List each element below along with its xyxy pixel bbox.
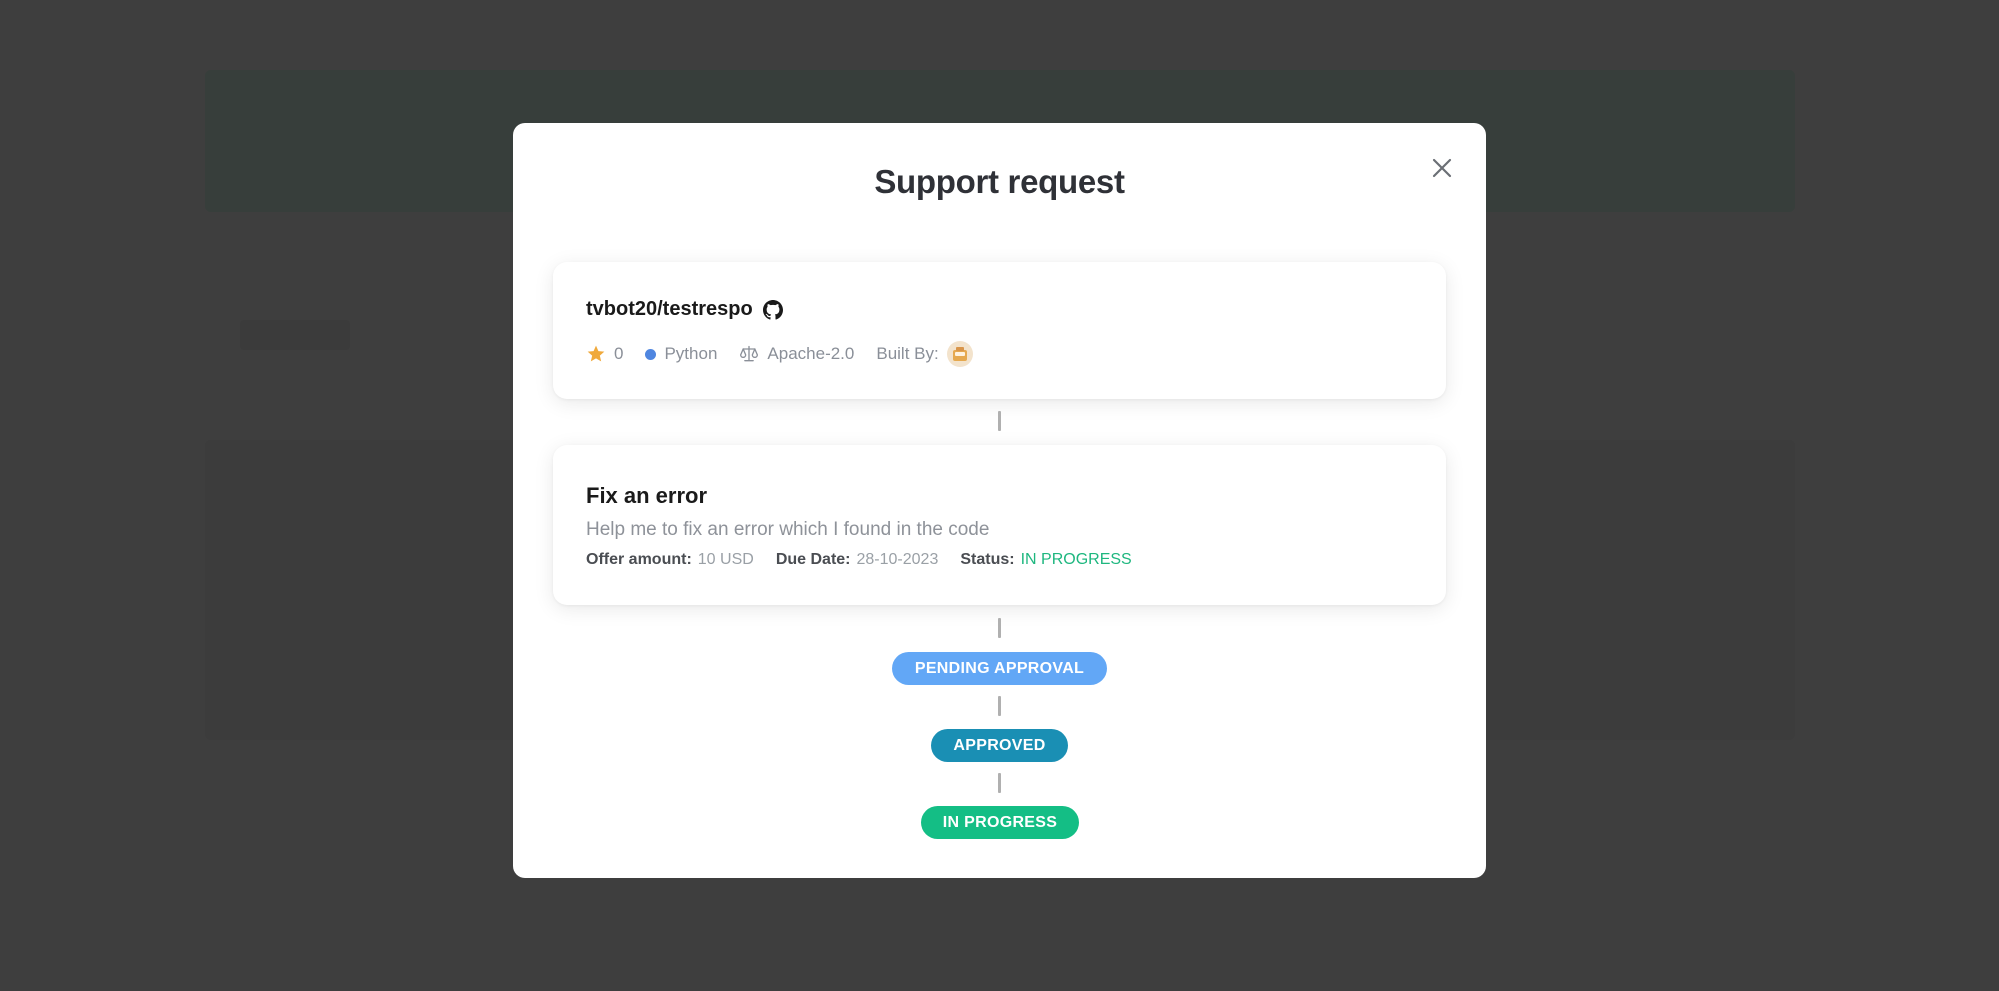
connector-line — [998, 618, 1001, 638]
offer-amount: Offer amount: 10 USD — [586, 551, 754, 569]
due-date: Due Date: 28-10-2023 — [776, 551, 939, 569]
status-badge-in-progress: IN PROGRESS — [921, 806, 1079, 839]
due-date-value: 28-10-2023 — [856, 551, 939, 568]
language-label: Python — [664, 344, 718, 363]
status-badge-pending-approval: PENDING APPROVAL — [892, 652, 1107, 685]
task-card[interactable]: Fix an error Help me to fix an error whi… — [553, 445, 1446, 605]
stars-value: 0 — [614, 344, 624, 363]
due-date-label: Due Date: — [775, 551, 851, 568]
builder-avatar[interactable] — [946, 341, 973, 367]
status-label: Status: — [960, 551, 1015, 568]
task-title: Fix an error — [586, 483, 708, 508]
repo-name[interactable]: tvbot20/testrespo — [586, 298, 753, 321]
task-description: Help me to fix an error which I found in… — [586, 519, 990, 540]
support-request-modal: Support request tvbot20/testrespo 0 Pyth… — [513, 123, 1486, 878]
offer-amount-label: Offer amount: — [586, 551, 692, 568]
license-info: Apache-2.0 — [739, 344, 854, 364]
built-by-label: Built By: — [876, 344, 939, 363]
status: Status: IN PROGRESS — [960, 551, 1131, 569]
task-meta: Offer amount: 10 USD Due Date: 28-10-202… — [586, 551, 1154, 569]
license-label: Apache-2.0 — [767, 344, 855, 363]
language-dot-icon — [645, 348, 657, 360]
modal-title: Support request — [874, 163, 1125, 200]
offer-amount-value: 10 USD — [697, 551, 754, 568]
language-info: Python — [645, 344, 717, 364]
stars-count: 0 — [586, 344, 623, 364]
close-icon — [1432, 158, 1452, 178]
star-icon — [587, 345, 605, 362]
status-badge-approved: APPROVED — [931, 729, 1068, 762]
avatar-icon — [952, 347, 967, 361]
connector-line — [998, 773, 1001, 793]
status-value: IN PROGRESS — [1020, 551, 1132, 568]
repository-card[interactable]: tvbot20/testrespo 0 Python Apache-2.0 Bu… — [553, 262, 1446, 399]
github-icon[interactable] — [762, 299, 783, 320]
scale-icon — [740, 345, 759, 362]
connector-line — [998, 411, 1001, 431]
close-button[interactable] — [1427, 153, 1457, 183]
connector-line — [998, 696, 1001, 716]
built-by: Built By: — [876, 341, 973, 367]
